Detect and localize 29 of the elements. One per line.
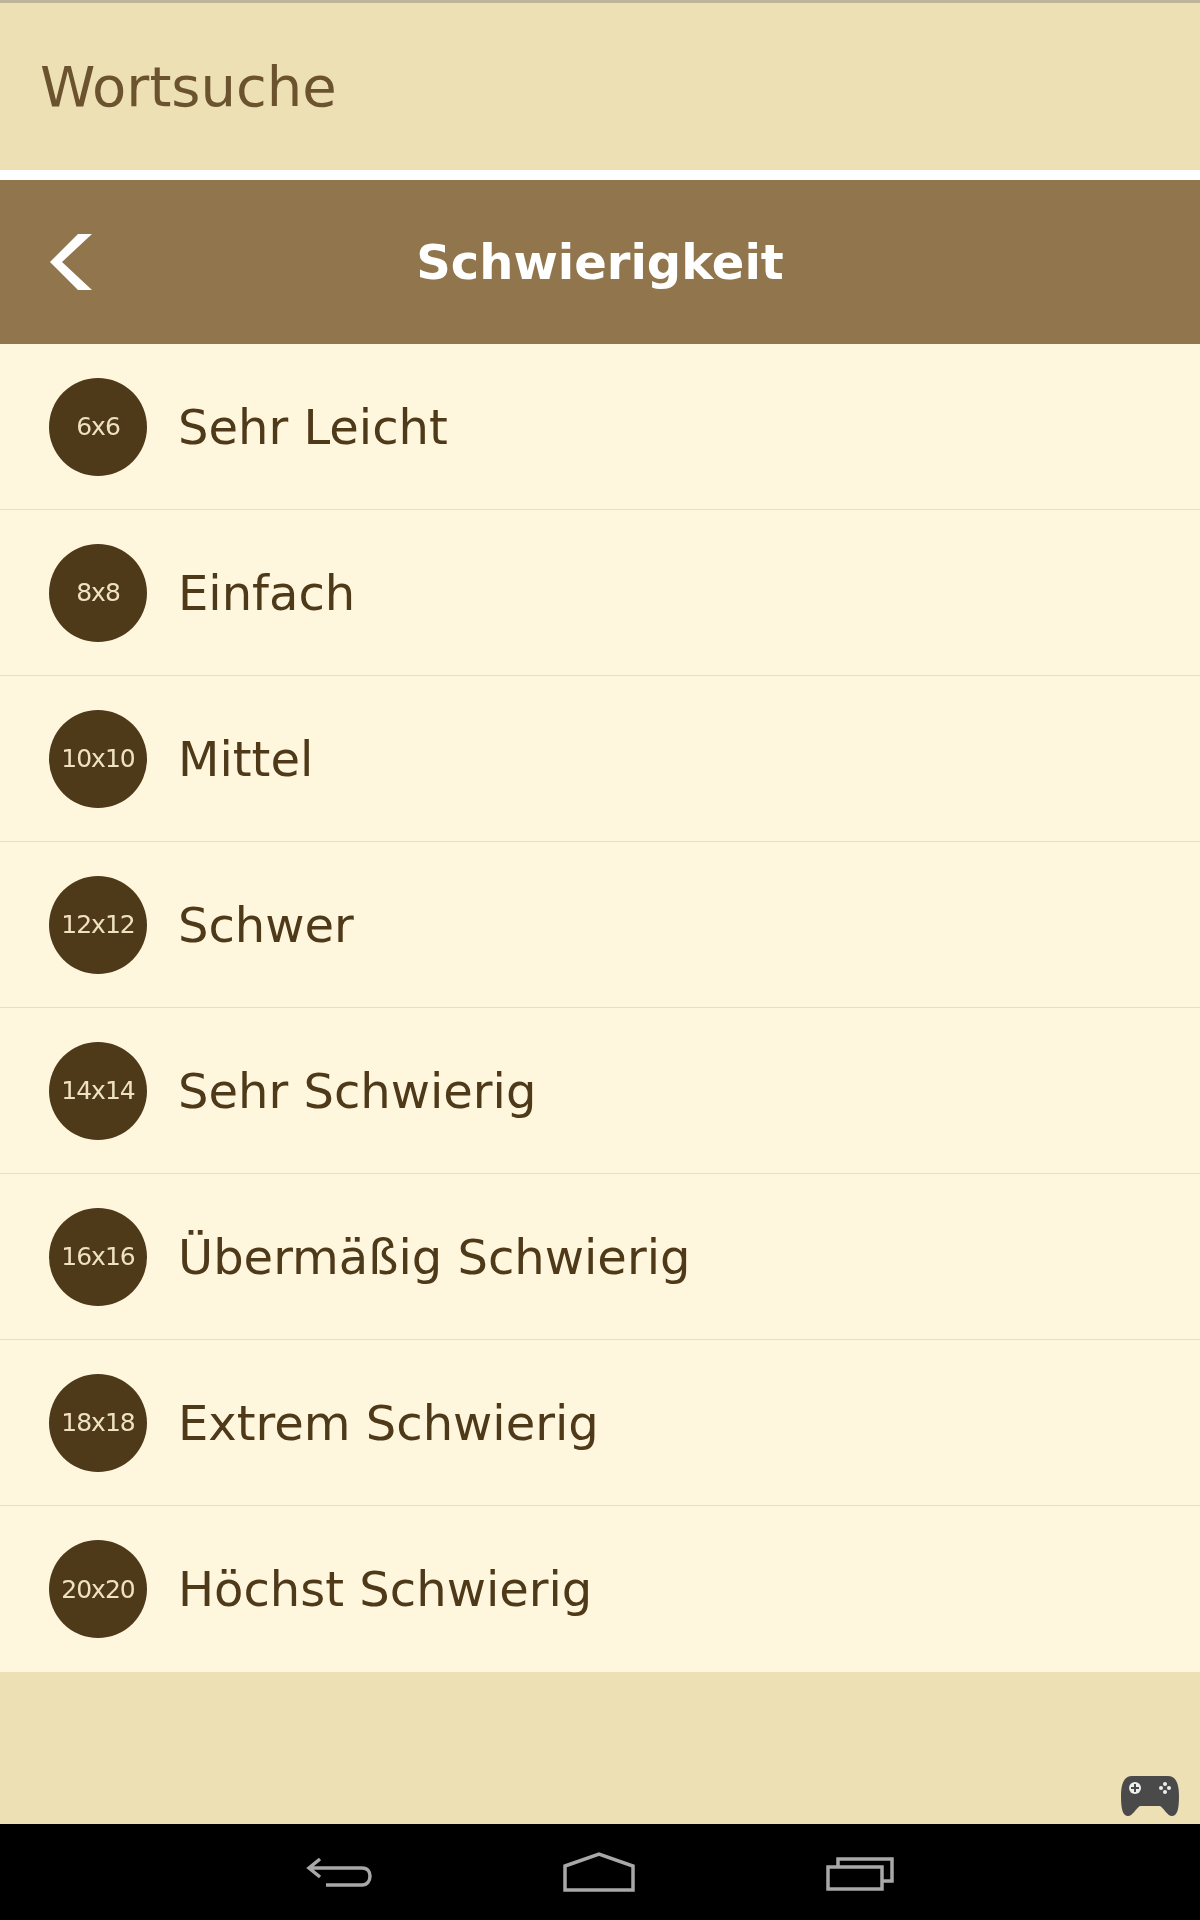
difficulty-item[interactable]: 20x20 Höchst Schwierig: [0, 1506, 1200, 1672]
difficulty-name: Extrem Schwierig: [178, 1394, 599, 1451]
back-icon[interactable]: [305, 1855, 372, 1889]
grid-size-badge: 14x14: [49, 1041, 147, 1140]
app-title: Wortsuche: [40, 54, 337, 119]
difficulty-item[interactable]: 10x10 Mittel: [0, 676, 1200, 842]
grid-size-badge: 18x18: [49, 1373, 147, 1472]
difficulty-item[interactable]: 8x8 Einfach: [0, 510, 1200, 676]
grid-size-badge: 12x12: [49, 875, 147, 974]
difficulty-name: Höchst Schwierig: [178, 1561, 593, 1617]
difficulty-name: Schwer: [178, 896, 354, 953]
difficulty-name: Mittel: [178, 730, 314, 787]
difficulty-name: Übermäßig Schwierig: [178, 1228, 691, 1285]
difficulty-name: Sehr Leicht: [178, 398, 448, 455]
grid-size-badge: 20x20: [49, 1540, 147, 1638]
difficulty-item[interactable]: 12x12 Schwer: [0, 842, 1200, 1008]
difficulty-item[interactable]: 6x6 Sehr Leicht: [0, 344, 1200, 510]
difficulty-name: Einfach: [178, 564, 356, 621]
gamepad-icon[interactable]: [1120, 1774, 1180, 1818]
grid-size-badge: 16x16: [49, 1207, 147, 1306]
difficulty-name: Sehr Schwierig: [178, 1062, 537, 1119]
difficulty-item[interactable]: 14x14 Sehr Schwierig: [0, 1008, 1200, 1174]
grid-size-badge: 10x10: [49, 709, 147, 808]
difficulty-item[interactable]: 16x16 Übermäßig Schwierig: [0, 1174, 1200, 1340]
grid-size-badge: 6x6: [49, 377, 147, 476]
home-icon[interactable]: [563, 1852, 635, 1892]
grid-size-badge: 8x8: [49, 543, 147, 642]
difficulty-item[interactable]: 18x18 Extrem Schwierig: [0, 1340, 1200, 1506]
screen-title: Schwierigkeit: [416, 234, 784, 290]
